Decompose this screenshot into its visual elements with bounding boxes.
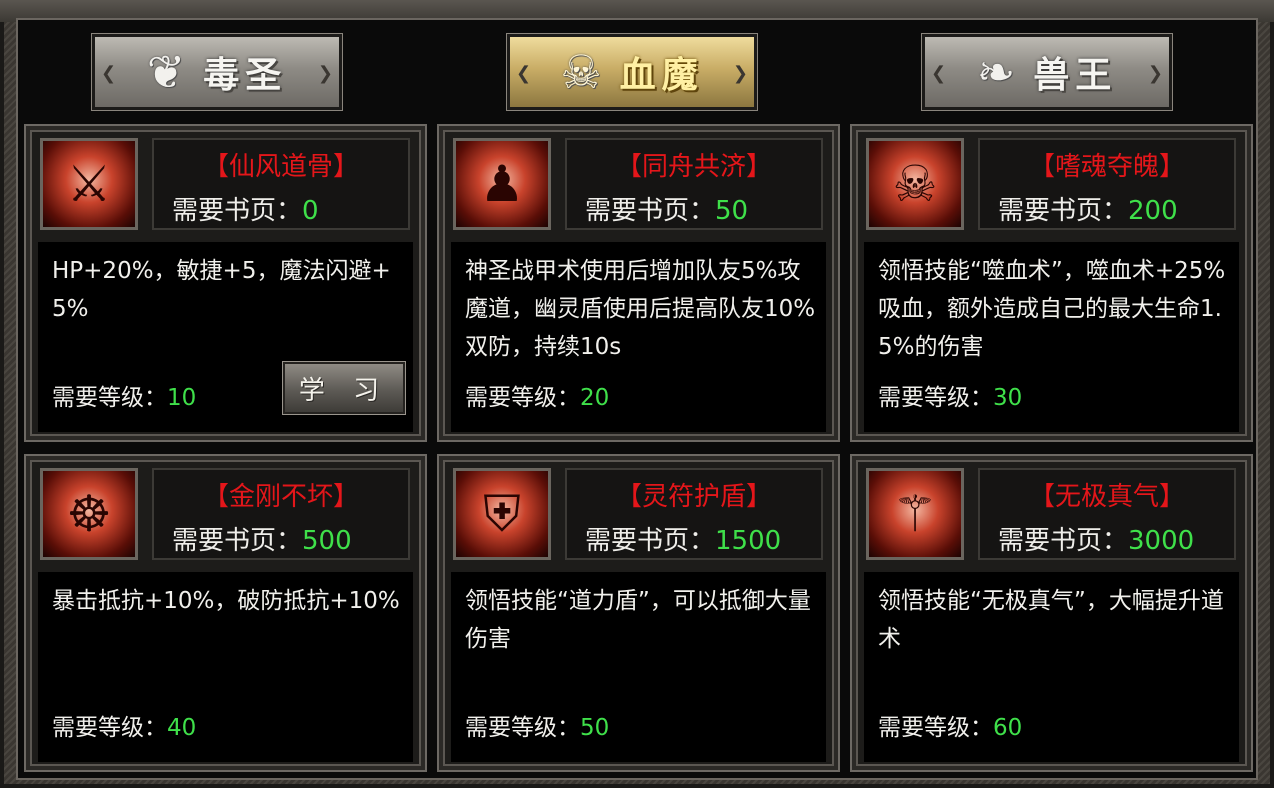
level-label: 需要等级： (878, 715, 993, 741)
skill-description-box: 领悟技能“道力盾”，可以抵御大量伤害需要等级：50 (451, 572, 826, 762)
required-level: 需要等级：40 (52, 708, 196, 742)
skill-name: 【嗜魂夺魄】 (1028, 152, 1185, 182)
skill-description: 领悟技能“无极真气”，大幅提升道术 (878, 588, 1224, 652)
sword-slash-icon: ⚔ (40, 138, 138, 230)
pages-label: 需要书页： (998, 526, 1129, 556)
demon-face-icon: ☠ (866, 138, 964, 230)
skill-description: 领悟技能“噬血术”，噬血术+25%吸血，额外造成自己的最大生命1.5%的伤害 (878, 258, 1226, 360)
skill-description: 领悟技能“道力盾”，可以抵御大量伤害 (465, 588, 811, 652)
skill-name: 【金刚不坏】 (202, 482, 359, 512)
pages-value: 1500 (715, 526, 782, 556)
skill-title-box: 【同舟共济】需要书页：50 (565, 138, 823, 230)
skill-description-box: 暴击抵抗+10%，破防抵抗+10% 需要等级：40 (38, 572, 413, 762)
skill-card: ⚔ 【仙风道骨】需要书页：0 HP+20%，敏捷+5，魔法闪避+5% 需要等级：10 学… (24, 124, 427, 442)
learn-button[interactable]: 学 习 (282, 361, 406, 415)
required-pages: 需要书页：1500 (585, 520, 781, 557)
required-pages: 需要书页：3000 (998, 520, 1194, 557)
pages-value: 200 (1128, 196, 1178, 226)
skill-glyph: ⚔ (66, 155, 112, 213)
required-level: 需要等级：20 (465, 378, 609, 412)
skill-glyph: ♟ (479, 155, 525, 213)
class-emblem-icon: ❦ (146, 45, 186, 99)
skill-card: ⚚ 【无极真气】需要书页：3000 领悟技能“无极真气”，大幅提升道术需要等级：60 (850, 454, 1253, 772)
tab-label: 兽王 (1033, 54, 1118, 96)
skill-card: ☸ 【金刚不坏】需要书页：500 暴击抵抗+10%，破防抵抗+10% 需要等级：40 (24, 454, 427, 772)
skill-description-box: 神圣战甲术使用后增加队友5%攻魔道，幽灵盾使用后提高队友10%双防，持续10s 需… (451, 242, 826, 432)
skill-title-box: 【金刚不坏】需要书页：500 (152, 468, 410, 560)
tab-arrow-right-icon: ❯ (1147, 63, 1163, 84)
required-pages: 需要书页：200 (998, 190, 1178, 227)
meditation-icon: ☸ (40, 468, 138, 560)
pages-value: 3000 (1128, 526, 1195, 556)
skill-card: ☠ 【嗜魂夺魄】需要书页：200 领悟技能“噬血术”，噬血术+25%吸血，额外造成自… (850, 124, 1253, 442)
pages-value: 0 (302, 196, 319, 226)
skill-description: 暴击抵抗+10%，破防抵抗+10% (52, 588, 400, 614)
class-tab-1[interactable]: ❮ ☠ 血魔 ❯ (506, 33, 758, 111)
required-pages: 需要书页：500 (172, 520, 352, 557)
skill-glyph: ☠ (892, 155, 938, 213)
level-label: 需要等级： (465, 715, 580, 741)
pages-label: 需要书页： (172, 196, 303, 226)
pages-value: 500 (302, 526, 352, 556)
class-tab-0[interactable]: ❮ ❦ 毒圣 ❯ (91, 33, 343, 111)
level-label: 需要等级： (52, 385, 167, 411)
level-label: 需要等级： (465, 385, 580, 411)
skill-description-box: 领悟技能“噬血术”，噬血术+25%吸血，额外造成自己的最大生命1.5%的伤害需要… (864, 242, 1239, 432)
tab-label: 血魔 (619, 54, 704, 96)
skill-description: 神圣战甲术使用后增加队友5%攻魔道，幽灵盾使用后提高队友10%双防，持续10s (465, 258, 816, 360)
required-level: 需要等级：50 (465, 708, 609, 742)
class-tab-2[interactable]: ❮ ❧ 兽王 ❯ (921, 33, 1173, 111)
level-value: 30 (993, 385, 1023, 411)
required-level: 需要等级：30 (878, 378, 1022, 412)
tab-arrow-right-icon: ❯ (732, 63, 748, 84)
skill-name: 【仙风道骨】 (202, 152, 359, 182)
pages-label: 需要书页： (172, 526, 303, 556)
tab-arrow-left-icon: ❮ (101, 63, 117, 84)
level-label: 需要等级： (878, 385, 993, 411)
tab-arrow-right-icon: ❯ (317, 63, 333, 84)
level-value: 10 (167, 385, 197, 411)
skill-description-box: HP+20%，敏捷+5，魔法闪避+5% 需要等级：10 学 习 (38, 242, 413, 432)
three-warriors-icon: ♟ (453, 138, 551, 230)
raised-sword-icon: ⚚ (866, 468, 964, 560)
level-value: 40 (167, 715, 197, 741)
required-pages: 需要书页：50 (585, 190, 748, 227)
skill-glyph: ☸ (66, 485, 112, 543)
skill-title-box: 【灵符护盾】需要书页：1500 (565, 468, 823, 560)
skill-name: 【灵符护盾】 (615, 482, 772, 512)
shield-icon: ⛨ (453, 468, 551, 560)
required-level: 需要等级：60 (878, 708, 1022, 742)
skill-card: ♟ 【同舟共济】需要书页：50 神圣战甲术使用后增加队友5%攻魔道，幽灵盾使用后提高… (437, 124, 840, 442)
pages-value: 50 (715, 196, 749, 226)
tab-arrow-left-icon: ❮ (931, 63, 947, 84)
required-level: 需要等级：10 (52, 378, 196, 412)
skill-glyph: ⛨ (483, 484, 521, 543)
skill-title-box: 【仙风道骨】需要书页：0 (152, 138, 410, 230)
pages-label: 需要书页： (998, 196, 1129, 226)
skill-name: 【同舟共济】 (615, 152, 772, 182)
skill-name: 【无极真气】 (1028, 482, 1185, 512)
skill-card: ⛨ 【灵符护盾】需要书页：1500 领悟技能“道力盾”，可以抵御大量伤害需要等级：5… (437, 454, 840, 772)
level-label: 需要等级： (52, 715, 167, 741)
pages-label: 需要书页： (585, 526, 716, 556)
skill-title-box: 【嗜魂夺魄】需要书页：200 (978, 138, 1236, 230)
tab-arrow-left-icon: ❮ (516, 63, 532, 84)
skill-glyph: ⚚ (892, 485, 938, 543)
pages-label: 需要书页： (585, 196, 716, 226)
level-value: 20 (580, 385, 610, 411)
level-value: 60 (993, 715, 1023, 741)
level-value: 50 (580, 715, 610, 741)
required-pages: 需要书页：0 (172, 190, 319, 227)
class-emblem-icon: ❧ (976, 45, 1016, 99)
skill-title-box: 【无极真气】需要书页：3000 (978, 468, 1236, 560)
class-emblem-icon: ☠ (560, 45, 602, 99)
tab-label: 毒圣 (203, 54, 288, 96)
skill-description: HP+20%，敏捷+5，魔法闪避+5% (52, 258, 391, 322)
skill-description-box: 领悟技能“无极真气”，大幅提升道术需要等级：60 (864, 572, 1239, 762)
